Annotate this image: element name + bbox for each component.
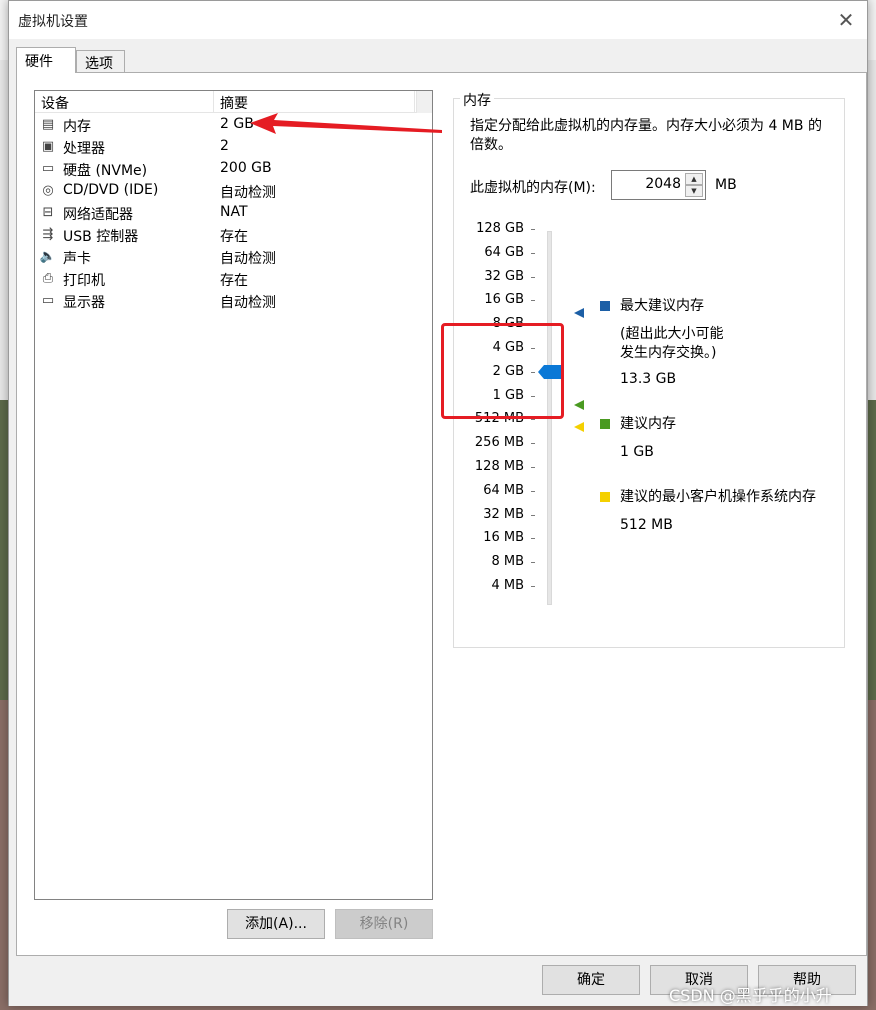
device-name: 网络适配器 [63, 207, 133, 223]
annotation-arrow-icon [250, 113, 442, 134]
slider-tick-label: 256 MB [474, 435, 524, 451]
memory-size-stepper[interactable]: 2048 ▲ ▼ [611, 170, 706, 200]
slider-tick-label: 64 GB [484, 244, 524, 260]
memory-description: 指定分配给此虚拟机的内存量。内存大小必须为 4 MB 的倍数。 [470, 118, 822, 153]
remove-device-button[interactable]: 移除(R) [335, 909, 433, 939]
column-header-device[interactable]: 设备 [41, 93, 69, 113]
min-recommended-value: 512 MB [620, 517, 673, 533]
memory-group-title: 内存 [460, 90, 494, 110]
slider-tick-mark [531, 490, 535, 492]
slider-tick-mark [531, 586, 535, 587]
slider-tick-mark [531, 538, 535, 540]
min-recommended-marker-icon [574, 422, 584, 432]
network-adapter-icon: ⊟ [42, 205, 54, 220]
title-bar: 虚拟机设置 ✕ [9, 1, 867, 39]
memory-unit-label: MB [715, 177, 737, 193]
ok-button[interactable]: 确定 [542, 965, 640, 995]
device-summary: 2 GB [220, 116, 254, 132]
device-name: 打印机 [63, 273, 105, 289]
device-summary: 200 GB [220, 160, 272, 176]
slider-tick-mark [531, 467, 535, 468]
tab-hardware[interactable]: 硬件 [16, 47, 76, 73]
cd-dvd-icon: ◎ [42, 183, 54, 198]
decrement-arrow-icon[interactable]: ▼ [685, 185, 703, 197]
device-list: 设备 摘要 ▤ 内存 2 GB ▣ 处理器 2 ▭ 硬盘 (NVMe) 200 … [34, 90, 433, 900]
device-row-sound-card[interactable]: 🔈 声卡 自动检测 [35, 246, 415, 268]
add-device-button[interactable]: 添加(A)... [227, 909, 325, 939]
recommended-value: 1 GB [620, 444, 654, 460]
device-summary: 2 [220, 138, 229, 154]
min-recommended-legend-icon [600, 492, 610, 502]
device-row-cd-dvd[interactable]: ◎ CD/DVD (IDE) 自动检测 [35, 180, 415, 202]
recommended-title: 建议内存 [620, 416, 676, 432]
device-row-network-adapter[interactable]: ⊟ 网络适配器 NAT [35, 202, 415, 224]
device-name: 处理器 [63, 141, 105, 157]
memory-size-label: 此虚拟机的内存(M): [470, 180, 596, 196]
slider-tick-label: 32 GB [484, 268, 524, 284]
max-recommended-title: 最大建议内存 [620, 298, 704, 314]
display-icon: ▭ [41, 293, 55, 308]
recommended-marker-icon [574, 400, 584, 410]
slider-tick-mark [531, 419, 535, 421]
device-summary: 自动检测 [220, 295, 276, 311]
slider-tick-mark [531, 300, 535, 302]
processor-icon: ▣ [41, 139, 55, 154]
device-name: USB 控制器 [63, 229, 139, 245]
slider-tick-mark [531, 229, 535, 230]
max-recommended-legend-icon [600, 301, 610, 311]
speaker-icon: 🔈 [39, 249, 57, 264]
device-row-hard-disk[interactable]: ▭ 硬盘 (NVMe) 200 GB [35, 158, 415, 180]
slider-tick-mark [531, 562, 535, 564]
slider-tick-mark [531, 443, 535, 445]
slider-tick-label: 16 GB [484, 292, 524, 308]
slider-tick-label: 128 GB [476, 221, 524, 236]
watermark-text: CSDN @黑乎乎的小升 [669, 986, 832, 1005]
slider-tick-mark [531, 252, 535, 254]
hardware-tab-panel: 设备 摘要 ▤ 内存 2 GB ▣ 处理器 2 ▭ 硬盘 (NVMe) 200 … [16, 72, 867, 956]
vm-settings-dialog: 虚拟机设置 ✕ 硬件 选项 设备 摘要 ▤ 内存 2 GB ▣ 处理器 2 ▭ … [8, 0, 868, 1006]
stepper-buttons: ▲ ▼ [685, 173, 703, 197]
device-row-display[interactable]: ▭ 显示器 自动检测 [35, 290, 415, 312]
recommended-legend-icon [600, 419, 610, 429]
tab-options[interactable]: 选项 [76, 50, 125, 72]
slider-tick-mark [531, 276, 535, 278]
device-summary: NAT [220, 204, 248, 220]
device-name: 内存 [63, 119, 91, 135]
memory-icon: ▤ [41, 117, 55, 132]
device-summary: 存在 [220, 273, 248, 289]
column-separator[interactable] [213, 91, 214, 113]
device-summary: 自动检测 [220, 185, 276, 201]
slider-tick-label: 8 MB [491, 554, 524, 570]
max-recommended-note-line2: 发生内存交换。) [620, 345, 717, 361]
slider-tick-mark [531, 514, 535, 516]
device-name: 显示器 [63, 295, 105, 311]
max-recommended-note-line1: (超出此大小可能 [620, 326, 724, 342]
device-name: 声卡 [63, 251, 91, 267]
device-summary: 存在 [220, 229, 248, 245]
close-icon[interactable]: ✕ [831, 5, 861, 35]
device-row-usb-controller[interactable]: ⇶ USB 控制器 存在 [35, 224, 415, 246]
usb-icon: ⇶ [42, 227, 54, 242]
annotation-highlight-box [441, 323, 564, 419]
window-title: 虚拟机设置 [18, 14, 88, 30]
slider-tick-label: 4 MB [491, 578, 524, 593]
slider-tick-label: 16 MB [483, 530, 524, 546]
increment-arrow-icon[interactable]: ▲ [685, 173, 703, 185]
column-header-summary[interactable]: 摘要 [220, 93, 248, 113]
slider-tick-label: 32 MB [483, 506, 524, 522]
printer-icon: ⎙ [42, 271, 54, 286]
hard-disk-icon: ▭ [41, 161, 55, 176]
slider-tick-label: 128 MB [474, 459, 524, 474]
device-name: CD/DVD (IDE) [63, 182, 159, 198]
min-recommended-title: 建议的最小客户机操作系统内存 [620, 489, 816, 505]
device-name: 硬盘 (NVMe) [63, 163, 148, 179]
max-recommended-marker-icon [574, 308, 584, 318]
max-recommended-value: 13.3 GB [620, 371, 677, 387]
device-summary: 自动检测 [220, 251, 276, 267]
memory-size-input[interactable]: 2048 [645, 176, 681, 192]
slider-tick-label: 64 MB [483, 482, 524, 498]
device-row-printer[interactable]: ⎙ 打印机 存在 [35, 268, 415, 290]
